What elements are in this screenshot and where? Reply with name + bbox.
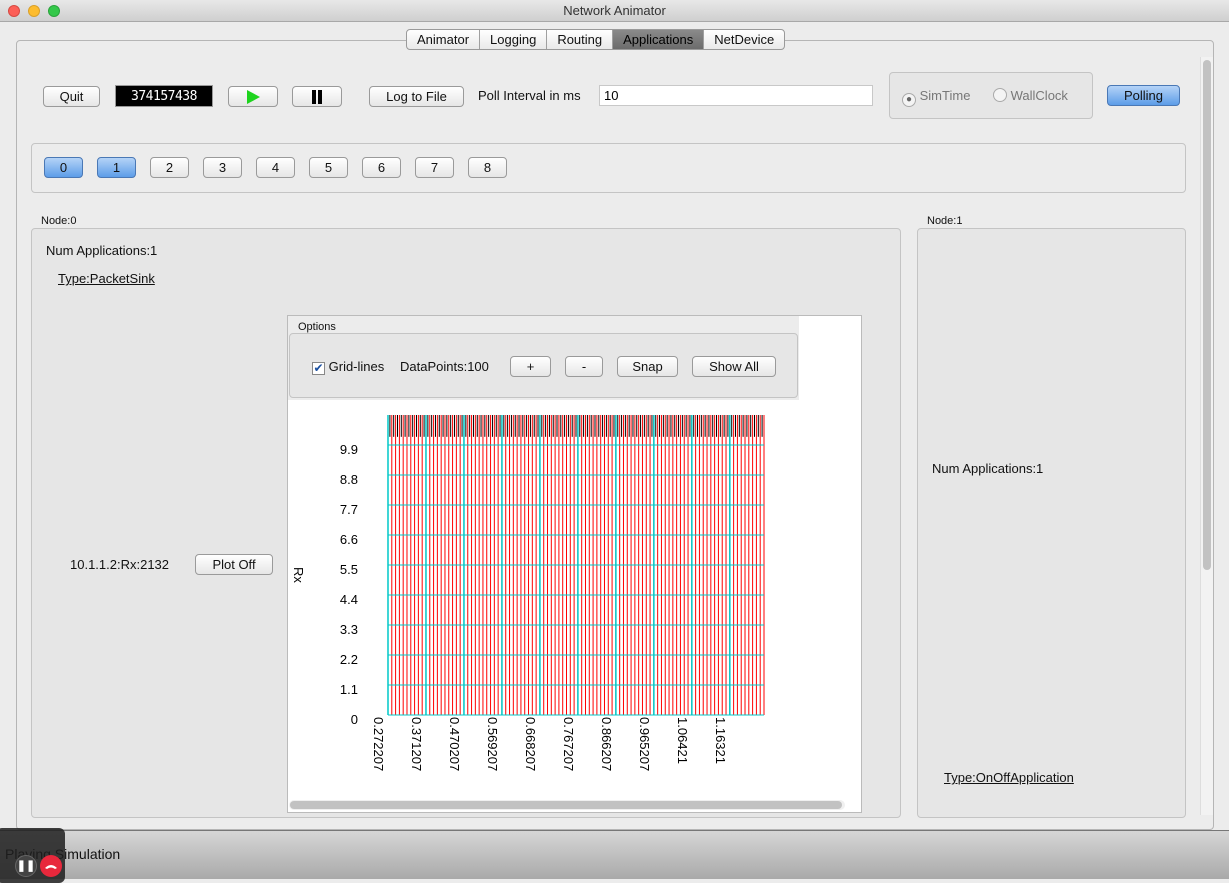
wallclock-radio[interactable]: WallClock xyxy=(993,88,1068,103)
x-tick-label: 1.06421 xyxy=(675,717,690,764)
overlay-pause-button[interactable]: ❚❚ xyxy=(15,855,37,877)
pause-button[interactable] xyxy=(292,86,342,107)
y-tick-label: 2.2 xyxy=(340,652,358,667)
node0-rx-label: 10.1.1.2:Rx:2132 xyxy=(70,557,170,572)
polling-button[interactable]: Polling xyxy=(1107,85,1180,106)
pause-icon xyxy=(312,90,322,104)
node-button-1[interactable]: 1 xyxy=(97,157,136,178)
x-tick-label: 0.371207 xyxy=(409,717,424,771)
y-tick-label: 8.8 xyxy=(340,472,358,487)
zoom-out-button[interactable]: - xyxy=(565,356,603,377)
x-tick-label: 0.965207 xyxy=(637,717,652,771)
show-all-button[interactable]: Show All xyxy=(692,356,776,377)
y-axis-label: Rx xyxy=(291,567,306,583)
node0-num-apps: Num Applications:1 xyxy=(46,243,158,258)
x-tick-label: 0.272207 xyxy=(371,717,386,771)
log-to-file-button[interactable]: Log to File xyxy=(369,86,464,107)
node0-app-type-link[interactable]: Type:PacketSink xyxy=(58,271,155,286)
y-tick-label: 1.1 xyxy=(340,682,358,697)
y-tick-label: 4.4 xyxy=(340,592,358,607)
node1-title: Node:1 xyxy=(927,215,963,227)
call-overlay: ❚❚ xyxy=(0,828,65,883)
node1-panel xyxy=(917,228,1186,818)
snap-button[interactable]: Snap xyxy=(617,356,678,377)
y-tick-label: 9.9 xyxy=(340,442,358,457)
tab-netdevice[interactable]: NetDevice xyxy=(704,30,784,49)
x-tick-label: 0.470207 xyxy=(447,717,462,771)
node-button-2[interactable]: 2 xyxy=(150,157,189,178)
quit-button[interactable]: Quit xyxy=(43,86,100,107)
gridlines-label: Grid-lines xyxy=(328,359,385,374)
node1-num-apps: Num Applications:1 xyxy=(932,461,1044,476)
node-button-8[interactable]: 8 xyxy=(468,157,507,178)
zoom-icon[interactable] xyxy=(48,5,60,17)
tab-applications[interactable]: Applications xyxy=(613,30,705,49)
plot-horizontal-scrollbar[interactable] xyxy=(289,800,845,810)
x-tick-label: 0.767207 xyxy=(561,717,576,771)
node-button-3[interactable]: 3 xyxy=(203,157,242,178)
tab-bar: Animator Logging Routing Applications Ne… xyxy=(406,29,786,50)
node-button-5[interactable]: 5 xyxy=(309,157,348,178)
simtime-radio[interactable]: ● SimTime xyxy=(902,88,970,107)
y-tick-label: 7.7 xyxy=(340,502,358,517)
x-tick-label: 0.569207 xyxy=(485,717,500,771)
datapoints-label: DataPoints:100 xyxy=(400,359,489,374)
x-tick-label: 0.668207 xyxy=(523,717,538,771)
y-tick-label: 3.3 xyxy=(340,622,358,637)
phone-hangup-icon xyxy=(45,865,57,869)
tab-animator[interactable]: Animator xyxy=(407,30,481,49)
y-tick-label: 0 xyxy=(351,712,358,727)
close-icon[interactable] xyxy=(8,5,20,17)
pause-icon: ❚❚ xyxy=(16,860,36,872)
node-button-7[interactable]: 7 xyxy=(415,157,454,178)
node1-app-type-link[interactable]: Type:OnOffApplication xyxy=(944,770,1074,785)
x-tick-label: 1.16321 xyxy=(713,717,728,764)
node-button-4[interactable]: 4 xyxy=(256,157,295,178)
minimize-icon[interactable] xyxy=(28,5,40,17)
plot-off-button[interactable]: Plot Off xyxy=(195,554,273,575)
tab-routing[interactable]: Routing xyxy=(547,30,614,49)
hang-up-button[interactable] xyxy=(40,855,62,877)
zoom-in-button[interactable]: + xyxy=(510,356,551,377)
vertical-scrollbar[interactable] xyxy=(1200,57,1213,815)
node0-title: Node:0 xyxy=(41,215,77,227)
x-tick-label: 0.866207 xyxy=(599,717,614,771)
y-tick-label: 5.5 xyxy=(340,562,358,577)
simtime-label: SimTime xyxy=(919,88,971,103)
node-button-0[interactable]: 0 xyxy=(44,157,83,178)
status-bar xyxy=(0,830,1229,879)
time-display: 374157438 xyxy=(115,85,213,107)
gridlines-checkbox[interactable]: ✔ Grid-lines xyxy=(312,359,384,375)
radio-empty-icon xyxy=(993,88,1007,102)
options-title: Options xyxy=(298,321,336,333)
checkmark-icon: ✔ xyxy=(312,361,325,375)
play-button[interactable] xyxy=(228,86,278,107)
vertical-scrollbar-thumb[interactable] xyxy=(1203,60,1211,570)
wallclock-label: WallClock xyxy=(1010,88,1068,103)
rx-chart: 0 1.1 2.2 3.3 4.4 5.5 6.6 7.7 8.8 9.9 0.272207 0.37… xyxy=(291,415,765,771)
play-icon xyxy=(247,90,260,104)
time-mode-group: ● SimTime WallClock xyxy=(889,72,1093,119)
scrollbar-thumb[interactable] xyxy=(290,801,842,809)
title-bar: Network Animator xyxy=(0,0,1229,22)
poll-interval-input[interactable] xyxy=(599,85,873,106)
window-title: Network Animator xyxy=(563,3,666,18)
tab-logging[interactable]: Logging xyxy=(480,30,548,49)
radio-selected-icon: ● xyxy=(902,93,916,107)
poll-interval-label: Poll Interval in ms xyxy=(478,88,581,103)
node-button-6[interactable]: 6 xyxy=(362,157,401,178)
y-tick-label: 6.6 xyxy=(340,532,358,547)
